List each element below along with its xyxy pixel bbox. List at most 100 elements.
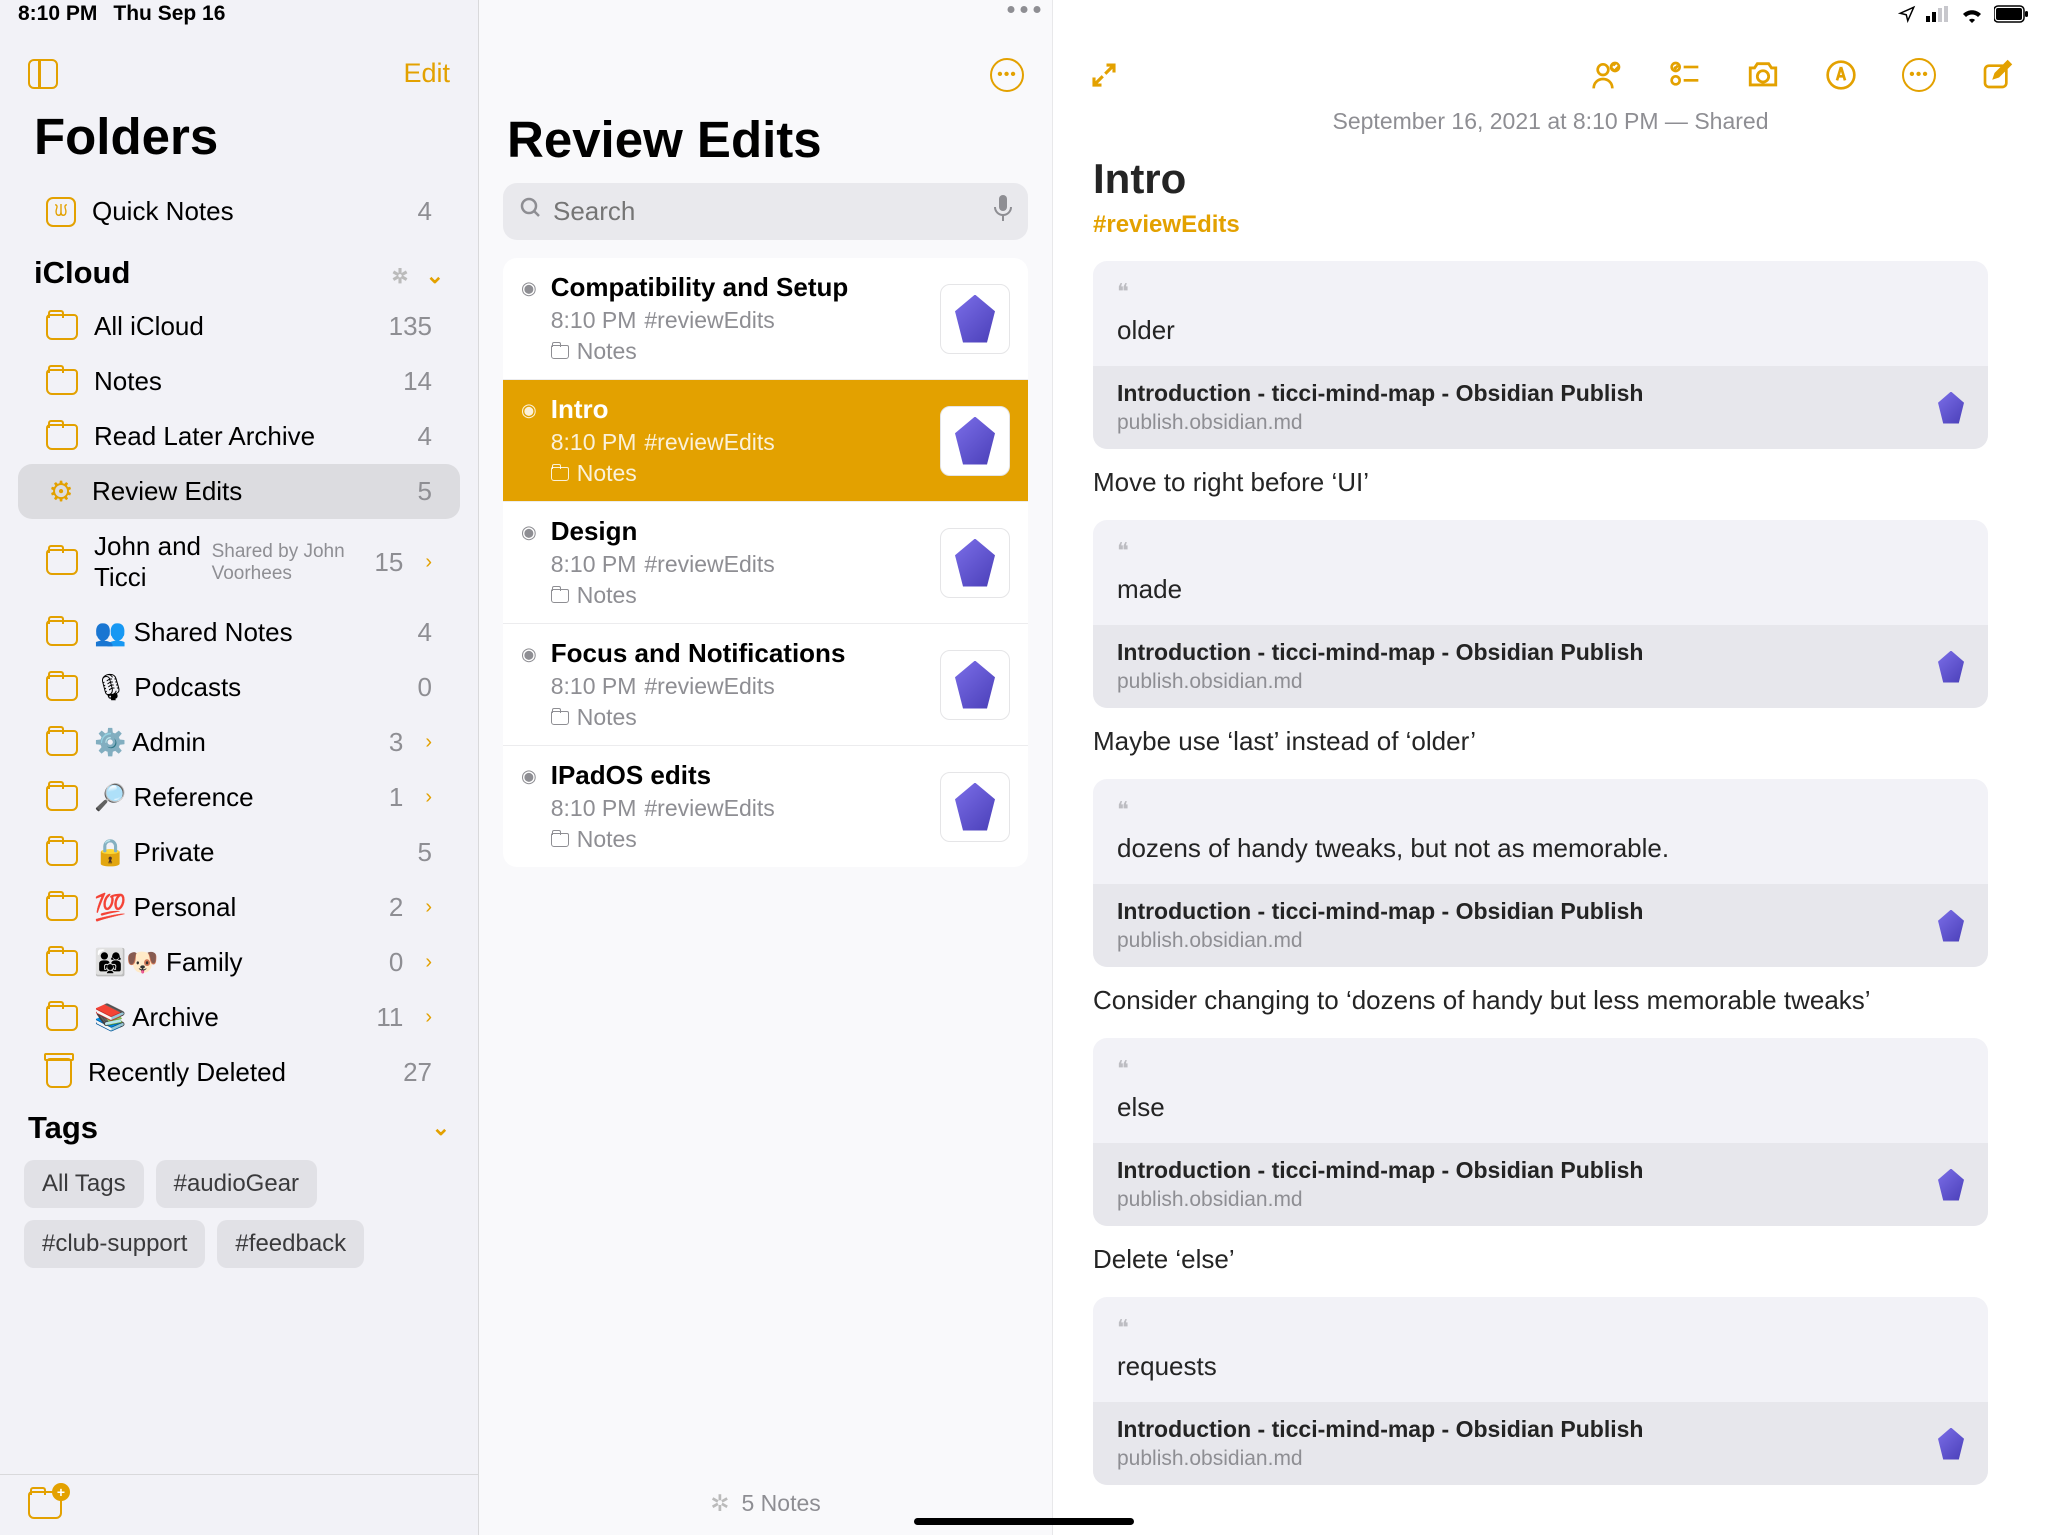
quote-text: requests [1117, 1351, 1964, 1382]
folder-icon [551, 589, 569, 603]
note-body[interactable]: Intro #reviewEdits ❝olderIntroduction - … [1053, 149, 2048, 1535]
more-options-button[interactable]: ••• [990, 58, 1024, 92]
note-item-sub: 8:10 PM#reviewEdits [551, 307, 926, 334]
folder-count: 5 [418, 476, 432, 507]
tags-header[interactable]: Tags ⌄ [0, 1100, 478, 1156]
quote-link[interactable]: Introduction - ticci-mind-map - Obsidian… [1093, 366, 1988, 449]
smart-folder-icon: ⚙ [46, 477, 76, 507]
camera-button[interactable] [1746, 58, 1780, 92]
shared-icon: ◉ [521, 522, 537, 543]
icloud-section-header[interactable]: iCloud ✲ ⌄ [0, 239, 478, 299]
tag-pill[interactable]: #club-support [24, 1220, 205, 1268]
chevron-right-icon: › [425, 951, 432, 974]
quote-link[interactable]: Introduction - ticci-mind-map - Obsidian… [1093, 1402, 1988, 1485]
tag-pill[interactable]: #feedback [217, 1220, 364, 1268]
folder-icon [46, 675, 78, 701]
search-bar[interactable] [503, 183, 1028, 240]
home-indicator[interactable] [914, 1518, 1134, 1525]
folder-count: 4 [418, 617, 432, 648]
quote-link[interactable]: Introduction - ticci-mind-map - Obsidian… [1093, 625, 1988, 708]
folder-row[interactable]: Notes 14 [18, 354, 460, 409]
link-url: publish.obsidian.md [1117, 670, 1643, 694]
note-item[interactable]: ◉Intro8:10 PM#reviewEditsNotes [503, 380, 1028, 502]
note-item-sub: 8:10 PM#reviewEdits [551, 429, 926, 456]
folder-name: ⚙️ Admin [94, 727, 373, 758]
note-item[interactable]: ◉Focus and Notifications8:10 PM#reviewEd… [503, 624, 1028, 746]
folder-name: John and TicciShared by John Voorhees [94, 531, 358, 593]
folder-row[interactable]: 📚 Archive11› [18, 990, 460, 1045]
note-item-title: Focus and Notifications [551, 638, 926, 669]
expand-button[interactable] [1087, 58, 1121, 92]
tag-pill[interactable]: #audioGear [156, 1160, 317, 1208]
folder-row[interactable]: ⚙️ Admin3› [18, 715, 460, 770]
quote-link[interactable]: Introduction - ticci-mind-map - Obsidian… [1093, 884, 1988, 967]
note-item-folder: Notes [551, 826, 926, 853]
note-thumbnail [940, 284, 1010, 354]
dictate-icon[interactable] [994, 195, 1012, 228]
folder-row[interactable]: Recently Deleted27 [18, 1045, 460, 1100]
toggle-sidebar-button[interactable] [28, 59, 58, 89]
folder-row[interactable]: 🔎 Reference1› [18, 770, 460, 825]
quote-link[interactable]: Introduction - ticci-mind-map - Obsidian… [1093, 1143, 1988, 1226]
folder-row[interactable]: John and TicciShared by John Voorhees15› [18, 519, 460, 605]
link-favicon [1938, 1169, 1964, 1201]
sync-spinner-icon: ✲ [392, 266, 409, 288]
folder-row[interactable]: 👨‍👩‍👧🐶 Family0› [18, 935, 460, 990]
quote-block[interactable]: ❝requestsIntroduction - ticci-mind-map -… [1093, 1297, 1988, 1485]
folder-row[interactable]: ⚙ Review Edits 5 [18, 464, 460, 519]
folder-count: 14 [403, 366, 432, 397]
folder-name: All iCloud [94, 311, 373, 342]
comment-text: Consider changing to ‘dozens of handy bu… [1093, 985, 1988, 1016]
sidebar-title: Folders [0, 97, 478, 184]
search-input[interactable] [553, 196, 984, 227]
note-thumbnail [940, 406, 1010, 476]
folder-count: 15 [374, 547, 403, 578]
folder-name: Review Edits [92, 476, 402, 507]
folder-icon [46, 950, 78, 976]
notes-list-pane: ••• Review Edits ◉Compatibility and Setu… [479, 0, 1053, 1535]
note-item[interactable]: ◉Compatibility and Setup8:10 PM#reviewEd… [503, 258, 1028, 380]
quote-block[interactable]: ❝elseIntroduction - ticci-mind-map - Obs… [1093, 1038, 1988, 1226]
tag-pill[interactable]: All Tags [24, 1160, 144, 1208]
note-item-title: IPadOS edits [551, 760, 926, 791]
folder-row[interactable]: 🎙 Podcasts0 [18, 660, 460, 715]
folder-icon [46, 314, 78, 340]
note-item-title: Compatibility and Setup [551, 272, 926, 303]
quote-block[interactable]: ❝dozens of handy tweaks, but not as memo… [1093, 779, 1988, 967]
folder-name: 📚 Archive [94, 1002, 360, 1033]
note-item[interactable]: ◉Design8:10 PM#reviewEditsNotes [503, 502, 1028, 624]
collaborate-button[interactable] [1590, 58, 1624, 92]
new-folder-button[interactable] [28, 1491, 62, 1519]
folder-row[interactable]: 👥 Shared Notes4 [18, 605, 460, 660]
quote-block[interactable]: ❝olderIntroduction - ticci-mind-map - Ob… [1093, 261, 1988, 449]
folder-name: 🔎 Reference [94, 782, 373, 813]
markup-button[interactable] [1824, 58, 1858, 92]
link-title: Introduction - ticci-mind-map - Obsidian… [1117, 1157, 1643, 1184]
folder-icon [551, 467, 569, 481]
folder-row[interactable]: 💯 Personal2› [18, 880, 460, 935]
chevron-right-icon: › [425, 1006, 432, 1029]
folder-count: 4 [418, 421, 432, 452]
checklist-button[interactable] [1668, 58, 1702, 92]
quote-text: made [1117, 574, 1964, 605]
folder-icon [46, 369, 78, 395]
folder-count: 135 [389, 311, 432, 342]
edit-button[interactable]: Edit [403, 58, 450, 89]
folder-row[interactable]: Read Later Archive4 [18, 409, 460, 464]
note-item[interactable]: ◉IPadOS edits8:10 PM#reviewEditsNotes [503, 746, 1028, 867]
quote-block[interactable]: ❝madeIntroduction - ticci-mind-map - Obs… [1093, 520, 1988, 708]
folder-icon [46, 1005, 78, 1031]
more-button[interactable]: ••• [1902, 58, 1936, 92]
compose-button[interactable] [1980, 58, 2014, 92]
multitask-dots[interactable] [1008, 6, 1041, 13]
folder-count: 1 [389, 782, 403, 813]
folder-name: Notes [94, 366, 387, 397]
folder-icon [46, 840, 78, 866]
folder-row[interactable]: 🔒 Private5 [18, 825, 460, 880]
folder-row[interactable]: All iCloud 135 [18, 299, 460, 354]
quick-notes-row[interactable]: Quick Notes 4 [18, 184, 460, 239]
link-url: publish.obsidian.md [1117, 929, 1643, 953]
note-item-folder: Notes [551, 582, 926, 609]
note-item-sub: 8:10 PM#reviewEdits [551, 673, 926, 700]
note-tag[interactable]: #reviewEdits [1093, 211, 1988, 239]
